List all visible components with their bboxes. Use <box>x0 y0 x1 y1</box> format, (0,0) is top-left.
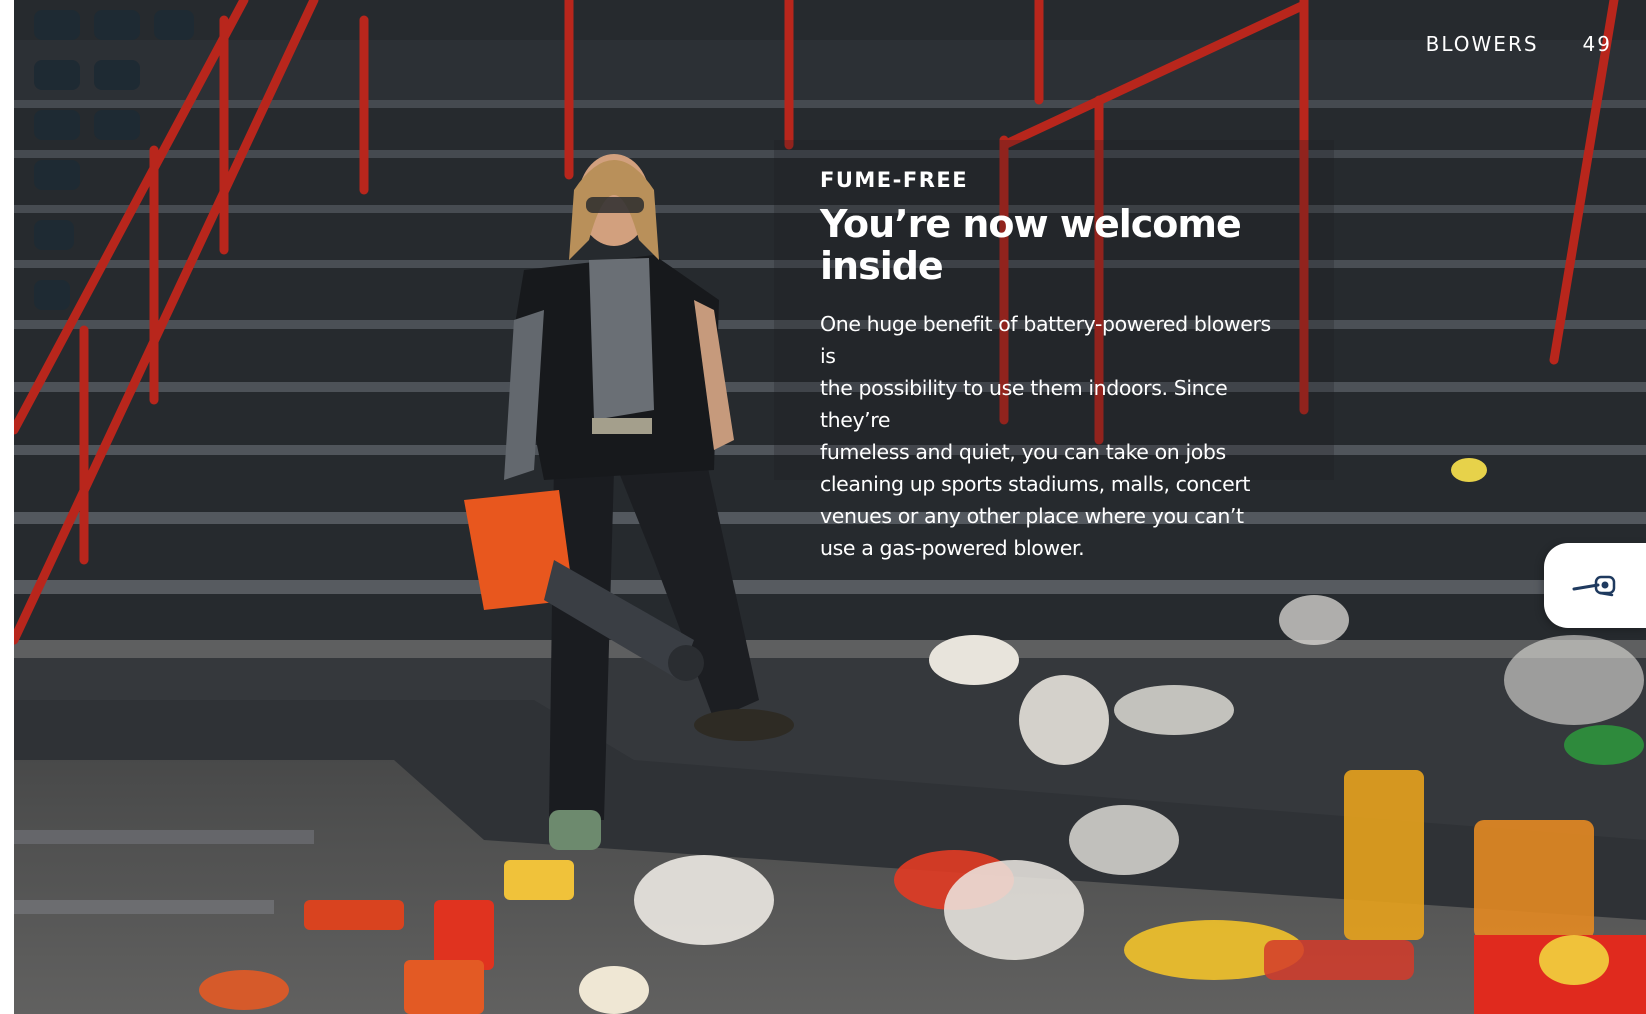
article-body: One huge benefit of battery-powered blow… <box>820 308 1280 564</box>
page-header: BLOWERS 49 <box>1426 32 1612 56</box>
leaf-blower-icon <box>1572 575 1616 596</box>
body-line: use a gas-powered blower. <box>820 535 1085 560</box>
article-block: FUME-FREE You’re now welcome inside One … <box>820 168 1280 564</box>
article-eyebrow: FUME-FREE <box>820 168 969 192</box>
brochure-page: BLOWERS 49 FUME-FREE You’re now welcome … <box>14 0 1646 1014</box>
section-title: BLOWERS <box>1425 32 1539 56</box>
article-headline: You’re now welcome inside <box>820 202 1242 288</box>
body-line: the possibility to use them indoors. Sin… <box>820 375 1228 432</box>
page-number: 49 <box>1582 32 1612 56</box>
body-line: cleaning up sports stadiums, malls, conc… <box>820 471 1251 496</box>
section-tab[interactable] <box>1544 543 1646 628</box>
body-line: fumeless and quiet, you can take on jobs <box>820 439 1226 464</box>
body-line: venues or any other place where you can’… <box>820 503 1244 528</box>
body-line: One huge benefit of battery-powered blow… <box>820 311 1271 368</box>
